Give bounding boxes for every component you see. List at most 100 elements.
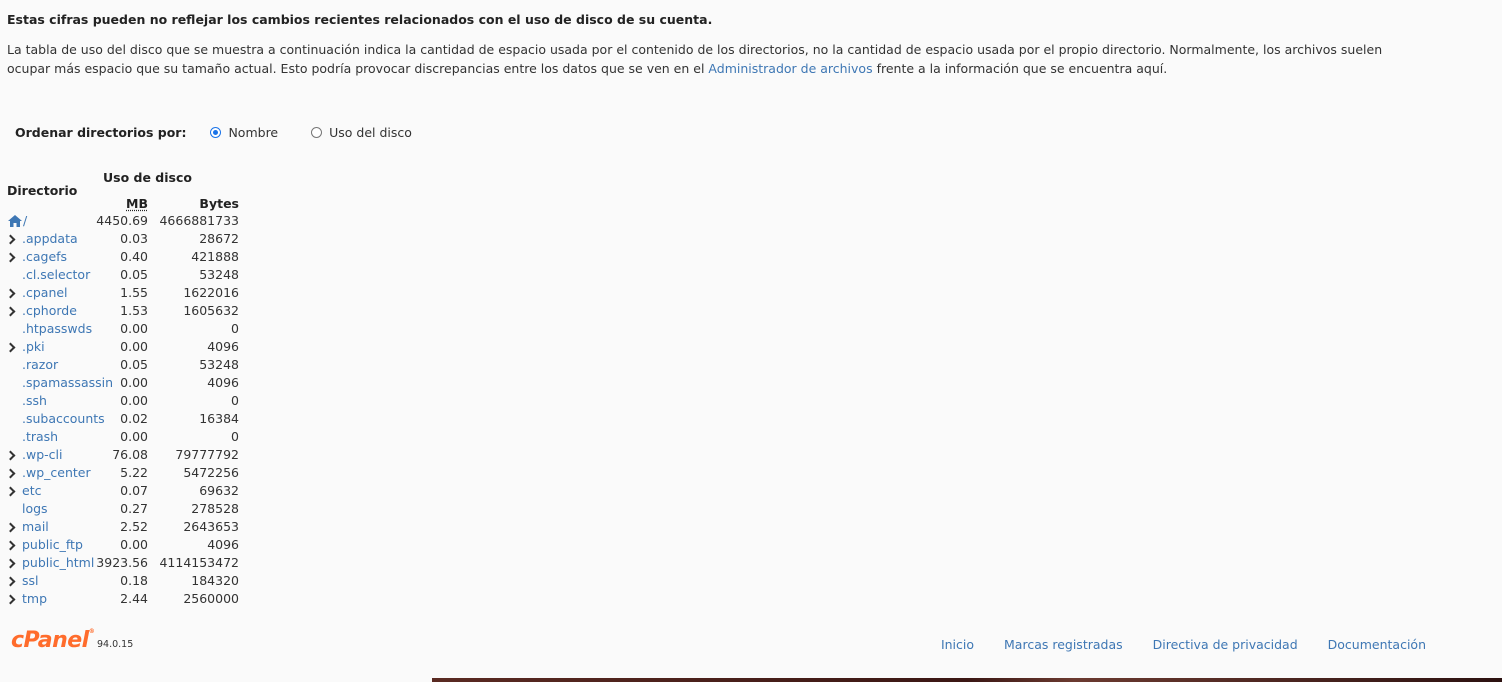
chevron-right-icon[interactable] [6, 464, 16, 482]
background-strip [432, 678, 1502, 682]
chevron-right-icon[interactable] [6, 572, 16, 590]
directory-link[interactable]: .cphorde [22, 302, 77, 320]
table-row-root: / 4450.69 4666881733 [0, 212, 260, 230]
bytes-value: 278528 [191, 501, 239, 516]
directory-link[interactable]: public_html [22, 554, 94, 572]
chevron-right-icon[interactable] [6, 446, 16, 464]
bytes-value: 421888 [191, 249, 239, 264]
usage-notice: Estas cifras pueden no reflejar los camb… [7, 12, 713, 27]
table-row: mail 2.52 2643653 [0, 518, 260, 536]
chevron-right-icon[interactable] [6, 590, 16, 608]
bytes-value: 4096 [207, 375, 239, 390]
mb-value: 0.05 [120, 357, 148, 372]
chevron-right-icon[interactable] [6, 482, 16, 500]
mb-value: 0.00 [120, 393, 148, 408]
table-row: .razor 0.05 53248 [0, 356, 260, 374]
table-row: .cl.selector 0.05 53248 [0, 266, 260, 284]
root-mb-value: 4450.69 [96, 213, 148, 228]
table-row: .ssh 0.00 0 [0, 392, 260, 410]
bytes-value: 0 [231, 393, 239, 408]
usage-description: La tabla de uso del disco que se muestra… [7, 40, 1427, 78]
table-row: .pki 0.00 4096 [0, 338, 260, 356]
table-row: .htpasswds 0.00 0 [0, 320, 260, 338]
directory-link[interactable]: .appdata [22, 230, 78, 248]
bytes-value: 4114153472 [159, 555, 239, 570]
file-manager-link[interactable]: Administrador de archivos [708, 61, 872, 76]
footer-links: Inicio Marcas registradas Directiva de p… [911, 637, 1426, 652]
version-number: 94.0.15 [97, 639, 134, 650]
mb-value: 76.08 [112, 447, 148, 462]
directory-link[interactable]: .wp_center [22, 464, 91, 482]
table-row: ssl 0.18 184320 [0, 572, 260, 590]
bytes-value: 53248 [199, 267, 239, 282]
directory-link[interactable]: .trash [22, 428, 58, 446]
chevron-right-icon[interactable] [6, 302, 16, 320]
directory-link[interactable]: .razor [22, 356, 58, 374]
table-row: .cagefs 0.40 421888 [0, 248, 260, 266]
directory-link[interactable]: .htpasswds [22, 320, 92, 338]
mb-value: 1.55 [120, 285, 148, 300]
bytes-value: 2643653 [183, 519, 239, 534]
mb-value: 2.52 [120, 519, 148, 534]
table-row: .spamassassin 0.00 4096 [0, 374, 260, 392]
directory-link[interactable]: ssl [22, 572, 39, 590]
footer-link-documentation[interactable]: Documentación [1328, 637, 1426, 652]
chevron-right-icon[interactable] [6, 338, 16, 356]
bytes-value: 0 [231, 429, 239, 444]
table-row: .subaccounts 0.02 16384 [0, 410, 260, 428]
directory-link[interactable]: .cagefs [22, 248, 67, 266]
directory-link[interactable]: .wp-cli [22, 446, 62, 464]
sort-by-name-radio[interactable] [210, 127, 222, 138]
chevron-right-icon[interactable] [6, 518, 16, 536]
directory-link[interactable]: .ssh [22, 392, 47, 410]
mb-value: 0.00 [120, 537, 148, 552]
bytes-value: 2560000 [183, 591, 239, 606]
directory-column-header: Directorio [7, 183, 78, 198]
footer-link-privacy[interactable]: Directiva de privacidad [1153, 637, 1298, 652]
chevron-right-icon[interactable] [6, 248, 16, 266]
table-row: public_html 3923.56 4114153472 [0, 554, 260, 572]
sort-label: Ordenar directorios por: [15, 125, 187, 140]
directory-link[interactable]: tmp [22, 590, 47, 608]
directory-link[interactable]: .cpanel [22, 284, 68, 302]
chevron-right-icon[interactable] [6, 230, 16, 248]
directory-link[interactable]: logs [22, 500, 48, 518]
mb-value: 0.00 [120, 429, 148, 444]
sort-by-usage-radio[interactable] [311, 127, 323, 138]
home-icon[interactable] [7, 214, 23, 228]
bytes-value: 69632 [199, 483, 239, 498]
root-directory-link[interactable]: / [23, 212, 27, 230]
table-row: logs 0.27 278528 [0, 500, 260, 518]
usage-column-header: Uso de disco [103, 170, 192, 185]
footer: cPanel® 94.0.15 Inicio Marcas registrada… [0, 628, 1502, 660]
table-row: .appdata 0.03 28672 [0, 230, 260, 248]
bytes-value: 4096 [207, 339, 239, 354]
chevron-right-icon[interactable] [6, 284, 16, 302]
table-row: public_ftp 0.00 4096 [0, 536, 260, 554]
footer-link-trademarks[interactable]: Marcas registradas [1004, 637, 1123, 652]
table-row: .wp_center 5.22 5472256 [0, 464, 260, 482]
sort-by-usage-option[interactable]: Uso del disco [311, 125, 412, 140]
directory-link[interactable]: public_ftp [22, 536, 83, 554]
bytes-value: 4096 [207, 537, 239, 552]
mb-value: 0.00 [120, 339, 148, 354]
directory-link[interactable]: .pki [22, 338, 45, 356]
disk-usage-page: Estas cifras pueden no reflejar los camb… [0, 0, 1502, 682]
mb-value: 5.22 [120, 465, 148, 480]
footer-link-home[interactable]: Inicio [941, 637, 974, 652]
bytes-value: 5472256 [183, 465, 239, 480]
description-text-2: frente a la información que se encuentra… [872, 61, 1168, 76]
root-bytes-value: 4666881733 [159, 213, 239, 228]
directory-link[interactable]: .cl.selector [22, 266, 90, 284]
mb-value: 0.05 [120, 267, 148, 282]
chevron-right-icon[interactable] [6, 536, 16, 554]
cpanel-logo[interactable]: cPanel® [11, 628, 95, 653]
directory-link[interactable]: etc [22, 482, 41, 500]
bottom-edge [0, 677, 1502, 682]
mb-value: 1.53 [120, 303, 148, 318]
sort-options: Ordenar directorios por: Nombre Uso del … [15, 125, 412, 140]
mb-value: 0.40 [120, 249, 148, 264]
sort-by-name-option[interactable]: Nombre [210, 125, 278, 140]
chevron-right-icon[interactable] [6, 554, 16, 572]
directory-link[interactable]: mail [22, 518, 49, 536]
